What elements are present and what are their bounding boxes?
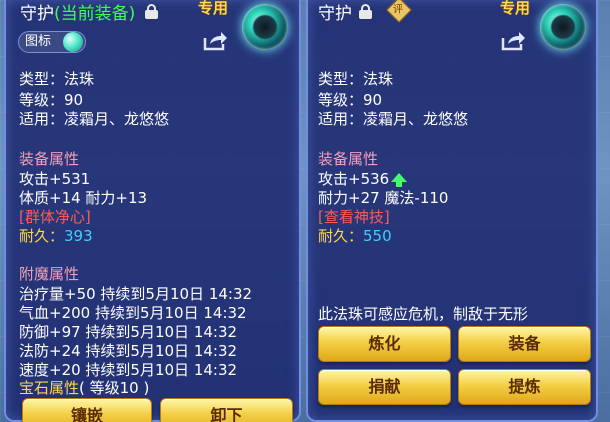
stats-line: 耐力+27 魔法-110 bbox=[318, 189, 449, 207]
inlay-button[interactable]: 镶嵌 bbox=[22, 398, 152, 422]
share-icon[interactable] bbox=[500, 30, 526, 52]
apply-line: 适用：凌霜月、龙悠悠 bbox=[318, 110, 469, 128]
type-line: 类型：法珠 bbox=[318, 70, 394, 88]
exclusive-badge: 专用 bbox=[198, 0, 229, 17]
skill-link[interactable]: [群体净心] bbox=[19, 206, 91, 227]
enchant-line: 防御+97 持续到5月10日 14:32 bbox=[19, 323, 238, 341]
type-line: 类型：法珠 bbox=[19, 70, 95, 88]
skill-link[interactable]: [查看神技] bbox=[318, 206, 390, 227]
orb-icon bbox=[540, 4, 586, 50]
refine-button[interactable]: 炼化 bbox=[318, 326, 451, 362]
orb-icon bbox=[242, 4, 288, 50]
stats-line: 体质+14 耐力+13 bbox=[19, 189, 148, 207]
lock-icon[interactable] bbox=[145, 4, 158, 19]
equip-button[interactable]: 装备 bbox=[458, 326, 591, 362]
attack-line: 攻击+531 bbox=[19, 170, 91, 188]
extract-button[interactable]: 提炼 bbox=[458, 369, 591, 405]
compare-item-panel: 守护 评 专用 类型：法珠 等级：90 适用：凌霜月、龙悠悠 装备属性 攻击+5… bbox=[306, 0, 598, 422]
enchant-heading: 附魔属性 bbox=[19, 265, 80, 283]
exclusive-badge: 专用 bbox=[500, 0, 531, 17]
gem-icon bbox=[63, 32, 84, 52]
level-line: 等级：90 bbox=[318, 91, 383, 109]
durability-line: 耐久：550 bbox=[318, 227, 392, 245]
item-description: 此法珠可感应危机，制敌于无形 bbox=[318, 305, 529, 323]
arrow-up-icon bbox=[391, 173, 408, 187]
lock-icon[interactable] bbox=[359, 4, 372, 19]
share-icon[interactable] bbox=[202, 30, 228, 52]
durability-line: 耐久：393 bbox=[19, 227, 93, 245]
apply-line: 适用：凌霜月、龙悠悠 bbox=[19, 110, 170, 128]
seal-icon: 评 bbox=[386, 0, 412, 23]
attack-line: 攻击+536 bbox=[318, 168, 408, 189]
item-title: 守护(当前装备) bbox=[20, 4, 136, 24]
current-equip-panel: 守护(当前装备) 专用 图标 类型：法珠 等级：90 适用：凌霜月、龙悠悠 装备… bbox=[4, 0, 301, 422]
enchant-line: 法防+24 持续到5月10日 14:32 bbox=[19, 342, 238, 360]
equip-attr-heading: 装备属性 bbox=[318, 150, 379, 168]
equip-attr-heading: 装备属性 bbox=[19, 150, 80, 168]
enchant-line: 治疗量+50 持续到5月10日 14:32 bbox=[19, 285, 253, 303]
enchant-line: 气血+200 持续到5月10日 14:32 bbox=[19, 304, 247, 322]
unequip-button[interactable]: 卸下 bbox=[160, 398, 293, 422]
item-title: 守护 bbox=[318, 4, 352, 24]
donate-button[interactable]: 捐献 bbox=[318, 369, 451, 405]
level-line: 等级：90 bbox=[19, 91, 84, 109]
icon-toggle[interactable]: 图标 bbox=[18, 31, 87, 53]
gem-attr-line: 宝石属性( 等级10 ) bbox=[19, 379, 150, 397]
